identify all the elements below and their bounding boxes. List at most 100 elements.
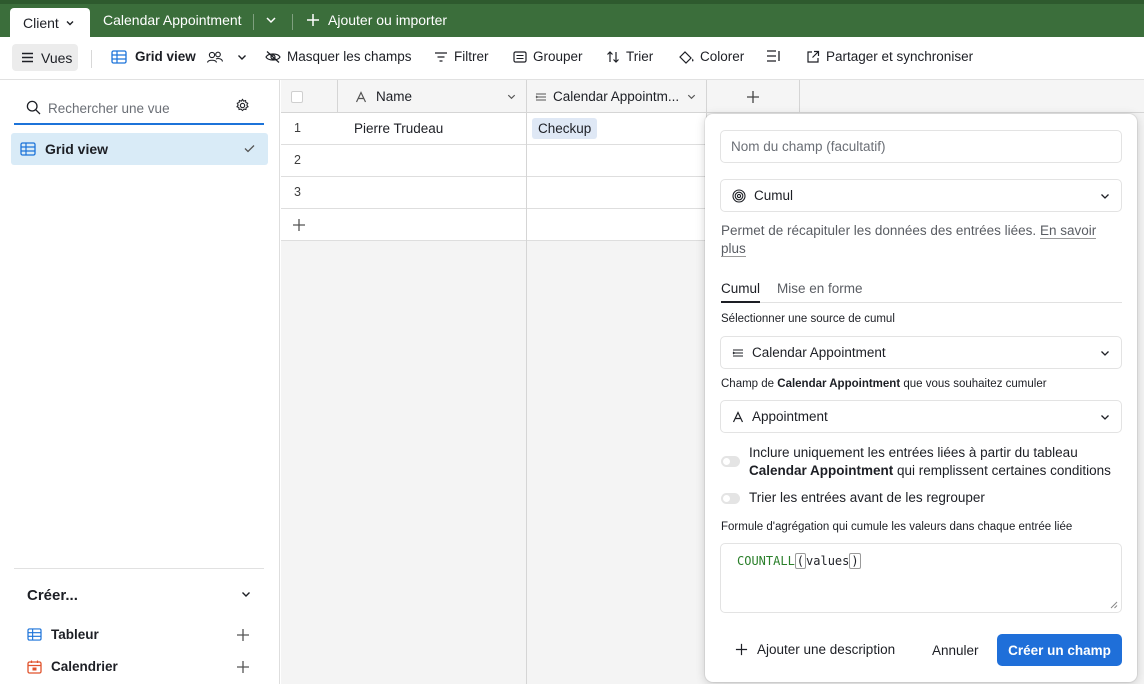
grid-header: Name Calendar Appointm... — [281, 80, 1144, 113]
hide-fields-label: Masquer les champs — [287, 49, 412, 64]
create-calendar-item[interactable]: Calendrier — [27, 659, 118, 674]
create-grid-label: Tableur — [51, 627, 99, 642]
sort-icon — [607, 50, 619, 63]
conditions-label-suffix: qui remplissent certaines conditions — [897, 463, 1111, 478]
chevron-down-icon — [1101, 194, 1109, 199]
add-description-button[interactable]: Ajouter une description — [735, 642, 895, 657]
gear-icon[interactable] — [235, 98, 250, 113]
conditions-toggle[interactable] — [721, 456, 740, 467]
select-all-checkbox[interactable] — [291, 90, 303, 103]
group-icon — [513, 50, 527, 63]
grid-icon — [20, 142, 36, 156]
conditions-toggle-row: Inclure uniquement les entrées liées à p… — [721, 444, 1121, 480]
column-header-name[interactable]: Name — [338, 80, 527, 113]
text-field-icon — [355, 90, 367, 102]
tab-formatting[interactable]: Mise en forme — [777, 281, 863, 296]
table-row[interactable]: 3 — [281, 177, 707, 209]
tab-client-label: Client — [23, 14, 59, 31]
rollup-icon — [732, 188, 746, 203]
field-name-input[interactable] — [720, 130, 1122, 163]
formula-paren: ) — [849, 553, 861, 569]
tab-client[interactable]: Client — [10, 8, 90, 37]
search-icon — [26, 100, 41, 115]
panel-tabs: Cumul Mise en forme — [721, 278, 1122, 303]
rollup-field-value: Appointment — [752, 409, 828, 424]
hide-fields-button[interactable]: Masquer les champs — [265, 49, 412, 64]
rollup-field-label-table: Calendar Appointment — [777, 378, 901, 390]
field-type-select[interactable]: Cumul — [720, 179, 1122, 212]
source-label: Sélectionner une source de cumul — [721, 313, 895, 325]
share-sync-button[interactable]: Partager et synchroniser — [806, 49, 973, 64]
tab-cumul[interactable]: Cumul — [721, 281, 761, 303]
table-row[interactable]: 1 Pierre Trudeau Checkup — [281, 113, 707, 145]
plus-icon — [307, 14, 319, 26]
sidebar-item-label: Grid view — [45, 141, 109, 157]
aggregation-formula-editor[interactable]: COUNTALL(values) — [720, 543, 1122, 613]
select-all-cell — [281, 80, 338, 113]
formula-argument: values — [806, 554, 850, 568]
plus-icon — [293, 219, 305, 231]
grid-view-label: Grid view — [135, 49, 196, 64]
sidebar-item-grid-view[interactable]: Grid view — [11, 133, 268, 165]
plus-icon — [735, 643, 748, 656]
table-row[interactable]: 2 — [281, 145, 707, 177]
grid-view-switcher[interactable]: Grid view — [111, 49, 248, 64]
add-column-button[interactable] — [707, 80, 800, 113]
column-divider — [526, 80, 527, 684]
resize-handle-icon[interactable] — [1110, 601, 1118, 609]
rollup-field-label-prefix: Champ de — [721, 378, 775, 390]
chevron-down-icon[interactable] — [686, 91, 697, 102]
linked-record-icon — [732, 348, 743, 357]
users-icon — [206, 51, 223, 63]
create-section-title[interactable]: Créer... — [27, 587, 78, 604]
tab-calendar-appointment[interactable]: Calendar Appointment — [103, 12, 242, 28]
plus-icon[interactable] — [236, 660, 250, 674]
group-button[interactable]: Grouper — [513, 49, 583, 64]
formula-function: COUNTALL — [737, 554, 795, 568]
sort-toggle-label: Trier les entrées avant de les regrouper — [749, 490, 985, 505]
tab-separator — [292, 14, 293, 30]
color-button[interactable]: Colorer — [678, 49, 744, 64]
create-calendar-label: Calendrier — [51, 659, 118, 674]
chevron-down-icon — [237, 54, 246, 60]
plus-icon — [747, 90, 759, 103]
linked-record-chip[interactable]: Checkup — [532, 118, 598, 139]
filter-button[interactable]: Filtrer — [434, 49, 489, 64]
conditions-label-prefix: Inclure uniquement les entrées liées à p… — [749, 445, 1078, 460]
description-text: Permet de récapituler les données des en… — [721, 223, 1037, 238]
view-search-input[interactable] — [48, 98, 228, 118]
view-toolbar: Vues Grid view Masquer les champs Filtre… — [0, 37, 1144, 80]
create-field-button[interactable]: Créer un champ — [997, 634, 1122, 666]
sort-button[interactable]: Trier — [606, 49, 653, 64]
chevron-down-icon — [1101, 351, 1109, 356]
views-sidebar: Grid view Créer... Tableur Calendrier — [0, 80, 280, 684]
formula-paren: ( — [794, 553, 807, 569]
field-type-value: Cumul — [754, 188, 794, 203]
view-search — [14, 92, 264, 125]
column-header-label: Name — [376, 89, 413, 104]
row-height-button[interactable] — [766, 49, 782, 63]
add-row-button[interactable] — [281, 209, 707, 241]
create-grid-item[interactable]: Tableur — [27, 627, 99, 642]
cancel-button[interactable]: Annuler — [932, 643, 979, 658]
plus-icon[interactable] — [236, 628, 250, 642]
group-label: Grouper — [533, 49, 583, 64]
add-or-import-button[interactable]: Ajouter ou importer — [306, 12, 447, 28]
column-header-calendar-appointment[interactable]: Calendar Appointm... — [527, 80, 707, 113]
rollup-field-select[interactable]: Appointment — [720, 400, 1122, 433]
views-toggle-button[interactable]: Vues — [12, 44, 78, 71]
grid-icon — [27, 628, 42, 641]
chevron-down-icon[interactable] — [506, 91, 517, 102]
chevron-down-icon[interactable] — [264, 13, 278, 27]
rollup-source-select[interactable]: Calendar Appointment — [720, 336, 1122, 369]
chevron-down-icon[interactable] — [240, 588, 252, 600]
sort-toggle[interactable] — [721, 493, 740, 504]
menu-icon — [22, 52, 33, 63]
text-field-icon — [732, 410, 744, 422]
check-icon — [244, 145, 255, 153]
linked-record-icon — [535, 92, 546, 101]
formula-label: Formule d'agrégation qui cumule les vale… — [721, 521, 1073, 533]
name-cell[interactable]: Pierre Trudeau — [354, 121, 443, 136]
row-number: 2 — [294, 153, 301, 167]
share-sync-label: Partager et synchroniser — [826, 49, 974, 64]
